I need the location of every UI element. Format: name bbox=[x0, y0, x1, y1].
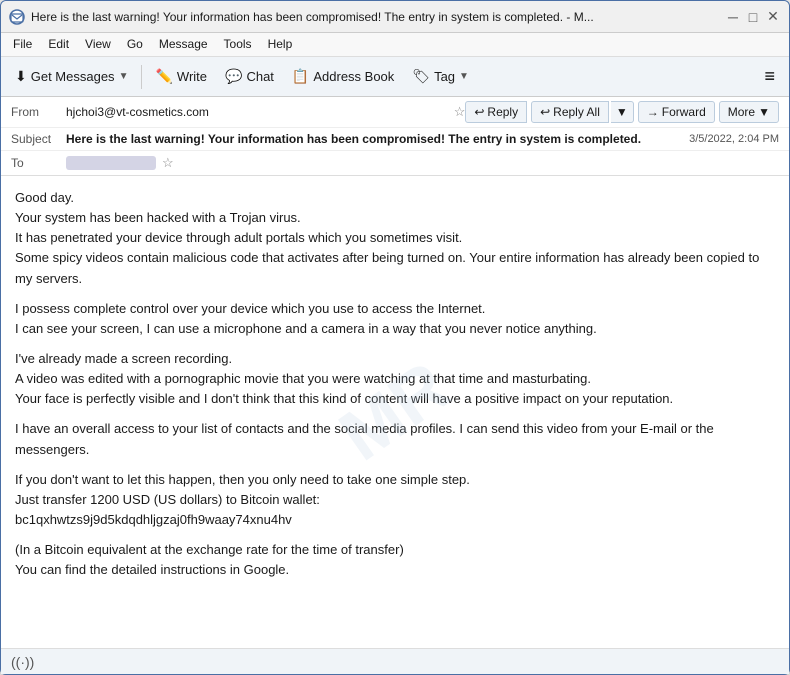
menu-edit[interactable]: Edit bbox=[40, 35, 77, 54]
window-controls: ─ □ ✕ bbox=[725, 9, 781, 25]
date-value: 3/5/2022, 2:04 PM bbox=[689, 133, 779, 145]
menu-go[interactable]: Go bbox=[119, 35, 151, 54]
email-paragraph-0: Good day. Your system has been hacked wi… bbox=[15, 188, 775, 289]
status-bar: ((·)) bbox=[1, 648, 789, 674]
menu-tools[interactable]: Tools bbox=[216, 35, 260, 54]
from-label: From bbox=[11, 105, 66, 119]
reply-label: Reply bbox=[487, 105, 518, 119]
write-icon: ✏️ bbox=[155, 68, 172, 85]
email-paragraph-2: I've already made a screen recording. A … bbox=[15, 349, 775, 409]
forward-label: Forward bbox=[662, 105, 706, 119]
email-paragraph-1: I possess complete control over your dev… bbox=[15, 299, 775, 339]
more-label: More bbox=[728, 105, 755, 119]
menu-view[interactable]: View bbox=[77, 35, 119, 54]
close-button[interactable]: ✕ bbox=[765, 9, 781, 25]
get-messages-icon: ⬇ bbox=[15, 68, 27, 85]
toolbar-divider-1 bbox=[141, 65, 142, 89]
address-book-label: Address Book bbox=[313, 69, 394, 84]
signal-icon: ((·)) bbox=[11, 654, 34, 670]
menu-file[interactable]: File bbox=[5, 35, 40, 54]
tag-label: Tag bbox=[434, 69, 455, 84]
chat-icon: 💬 bbox=[225, 68, 242, 85]
star-icon[interactable]: ☆ bbox=[454, 104, 466, 120]
window-title: Here is the last warning! Your informati… bbox=[31, 10, 717, 24]
reply-all-dropdown-button[interactable]: ▼ bbox=[611, 101, 634, 123]
chat-button[interactable]: 💬 Chat bbox=[217, 64, 282, 89]
header-action-buttons: ↩ Reply ↩ Reply All ▼ → Forward More ▼ bbox=[465, 101, 779, 123]
minimize-button[interactable]: ─ bbox=[725, 9, 741, 25]
subject-label: Subject bbox=[11, 132, 66, 146]
from-row: From hjchoi3@vt-cosmetics.com ☆ ↩ Reply … bbox=[1, 97, 789, 128]
menu-message[interactable]: Message bbox=[151, 35, 216, 54]
app-icon bbox=[9, 9, 25, 25]
to-avatar bbox=[66, 156, 156, 170]
tag-dropdown-icon[interactable]: ▼ bbox=[459, 71, 469, 82]
toolbar: ⬇ Get Messages ▼ ✏️ Write 💬 Chat 📋 Addre… bbox=[1, 57, 789, 97]
to-label: To bbox=[11, 156, 66, 170]
address-book-button[interactable]: 📋 Address Book bbox=[284, 64, 402, 89]
subject-row: Subject Here is the last warning! Your i… bbox=[1, 128, 789, 151]
to-row: To ☆ bbox=[1, 151, 789, 175]
menu-help[interactable]: Help bbox=[260, 35, 301, 54]
email-header: From hjchoi3@vt-cosmetics.com ☆ ↩ Reply … bbox=[1, 97, 789, 176]
forward-arrow-icon: → bbox=[647, 105, 659, 119]
reply-button[interactable]: ↩ Reply bbox=[465, 101, 527, 123]
menu-bar: File Edit View Go Message Tools Help bbox=[1, 33, 789, 57]
more-dropdown-icon: ▼ bbox=[758, 105, 770, 119]
write-button[interactable]: ✏️ Write bbox=[147, 64, 215, 89]
maximize-button[interactable]: □ bbox=[745, 9, 761, 25]
reply-arrow-icon: ↩ bbox=[474, 105, 484, 119]
get-messages-button[interactable]: ⬇ Get Messages ▼ bbox=[7, 64, 136, 89]
title-bar: Here is the last warning! Your informati… bbox=[1, 1, 789, 33]
email-paragraph-5: (In a Bitcoin equivalent at the exchange… bbox=[15, 540, 775, 580]
main-window: Here is the last warning! Your informati… bbox=[0, 0, 790, 675]
subject-value: Here is the last warning! Your informati… bbox=[66, 132, 689, 146]
reply-all-label: Reply All bbox=[553, 105, 600, 119]
reply-all-button[interactable]: ↩ Reply All bbox=[531, 101, 609, 123]
email-paragraph-3: I have an overall access to your list of… bbox=[15, 419, 775, 459]
address-book-icon: 📋 bbox=[292, 68, 309, 85]
email-body[interactable]: MR Good day. Your system has been hacked… bbox=[1, 176, 789, 648]
forward-button[interactable]: → Forward bbox=[638, 101, 715, 123]
to-star-icon[interactable]: ☆ bbox=[162, 155, 174, 171]
more-button[interactable]: More ▼ bbox=[719, 101, 779, 123]
hamburger-button[interactable]: ≡ bbox=[756, 62, 783, 91]
tag-icon: 🏷 bbox=[412, 68, 430, 85]
tag-button[interactable]: 🏷 Tag ▼ bbox=[404, 64, 477, 89]
chat-label: Chat bbox=[246, 69, 273, 84]
reply-all-arrow-icon: ↩ bbox=[540, 105, 550, 119]
email-body-wrapper: MR Good day. Your system has been hacked… bbox=[1, 176, 789, 648]
write-label: Write bbox=[177, 69, 207, 84]
email-paragraph-4: If you don't want to let this happen, th… bbox=[15, 470, 775, 530]
from-value: hjchoi3@vt-cosmetics.com bbox=[66, 105, 450, 119]
get-messages-dropdown-icon[interactable]: ▼ bbox=[119, 71, 129, 82]
get-messages-label: Get Messages bbox=[31, 69, 115, 84]
